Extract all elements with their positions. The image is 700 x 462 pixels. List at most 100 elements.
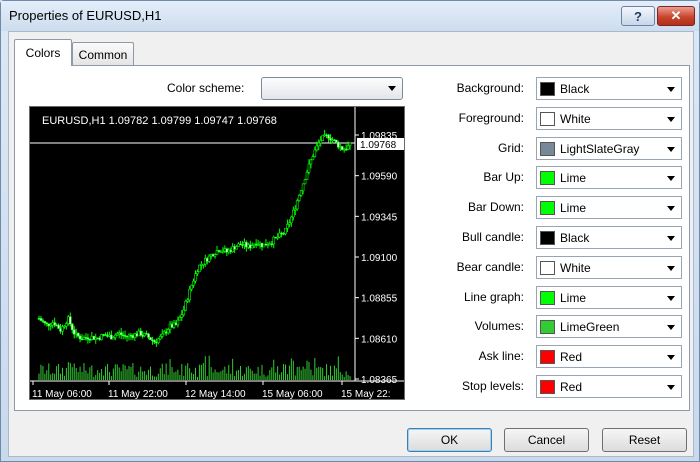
candle-body	[346, 145, 350, 150]
x-tick-label: 12 May 14:00	[185, 389, 246, 400]
volumes-color-dropdown[interactable]: LimeGreen	[536, 315, 682, 338]
foreground-color-value: White	[560, 112, 591, 126]
candle-body	[192, 280, 195, 286]
bar-down-color-dropdown[interactable]: Lime	[536, 196, 682, 219]
candle-body	[327, 134, 330, 139]
candle-body	[194, 273, 197, 282]
stop-levels-color-dropdown[interactable]: Red	[536, 375, 682, 398]
y-tick-label: 1.08365	[361, 375, 398, 386]
candle-body	[166, 329, 170, 334]
candle-body	[284, 227, 287, 235]
chevron-down-icon	[667, 87, 675, 92]
reset-button[interactable]: Reset	[602, 428, 687, 452]
grid-color-value: LightSlateGray	[560, 142, 640, 156]
bear-candle-color-value: White	[560, 261, 591, 275]
candle-body	[292, 209, 295, 218]
chevron-down-icon	[667, 266, 675, 271]
line-graph-color-dropdown[interactable]: Lime	[536, 286, 682, 309]
candle-body	[335, 139, 338, 143]
candle-body	[113, 334, 117, 338]
color-swatch	[540, 291, 555, 305]
color-swatch	[540, 171, 555, 185]
candle-body	[147, 333, 150, 338]
candle-body	[317, 142, 321, 147]
bull-candle-color-value: Black	[560, 231, 590, 245]
y-tick-label: 1.09100	[361, 253, 398, 264]
ask-line-label: Ask line:	[478, 349, 524, 363]
candle-body	[139, 330, 143, 336]
close-button[interactable]: ✕	[657, 6, 695, 26]
bar-down-label: Bar Down:	[467, 200, 524, 214]
candle-body	[286, 224, 289, 229]
candle-body	[301, 183, 305, 192]
y-tick-label: 1.09590	[361, 172, 398, 183]
foreground-label: Foreground:	[458, 111, 524, 125]
chevron-down-icon	[667, 236, 675, 241]
candle-body	[313, 149, 317, 157]
help-button[interactable]: ?	[621, 6, 655, 26]
candle-body	[158, 336, 162, 340]
candle-body	[250, 245, 254, 249]
grid-label: Grid:	[497, 141, 524, 155]
chevron-down-icon	[667, 385, 675, 390]
bar-up-color-dropdown[interactable]: Lime	[536, 166, 682, 189]
chart-header-text: EURUSD,H1 1.09782 1.09799 1.09747 1.0976…	[42, 115, 277, 127]
candle-body	[70, 323, 74, 331]
y-tick-label: 1.09345	[361, 212, 398, 223]
candle-body	[176, 319, 180, 326]
chevron-down-icon	[667, 355, 675, 360]
bull-candle-color-dropdown[interactable]: Black	[536, 226, 682, 249]
bear-candle-color-dropdown[interactable]: White	[536, 256, 682, 279]
x-tick-label: 11 May 22:00	[108, 389, 168, 400]
x-tick-label: 15 May 06:00	[262, 389, 323, 400]
candle-body	[157, 338, 160, 343]
ask-line-color-value: Red	[560, 350, 583, 364]
candle-body	[307, 163, 311, 173]
candle-body	[305, 172, 309, 180]
candle-body	[119, 332, 123, 336]
current-price-label: 1.09768	[360, 140, 397, 151]
chevron-down-icon	[667, 117, 675, 122]
candle-body	[39, 318, 43, 321]
color-swatch	[540, 82, 555, 96]
bull-candle-label: Bull candle:	[461, 230, 524, 244]
candle-body	[53, 322, 56, 326]
candle-body	[160, 333, 164, 337]
chart-preview: EURUSD,H1 1.09782 1.09799 1.09747 1.0976…	[29, 106, 405, 400]
color-swatch	[540, 350, 555, 364]
ok-button[interactable]: OK	[407, 428, 492, 452]
dialog-client-area: Colors Common Color scheme: EURUSD,H1 1.…	[8, 31, 694, 457]
candle-body	[297, 195, 301, 201]
title-bar[interactable]: Properties of EURUSD,H1 ? ✕	[1, 1, 699, 31]
bar-up-label: Bar Up:	[483, 170, 524, 184]
x-tick-label: 11 May 06:00	[32, 389, 92, 400]
candle-body	[188, 288, 191, 301]
background-label: Background:	[456, 81, 524, 95]
color-scheme-label: Color scheme:	[167, 81, 245, 95]
foreground-color-dropdown[interactable]: White	[536, 107, 682, 130]
color-swatch	[540, 142, 555, 156]
cancel-button[interactable]: Cancel	[504, 428, 589, 452]
chevron-down-icon	[667, 206, 675, 211]
candle-body	[180, 314, 184, 318]
candle-body	[309, 159, 313, 165]
candle-body	[311, 156, 315, 161]
chevron-down-icon	[667, 176, 675, 181]
color-swatch	[540, 231, 555, 245]
color-swatch	[540, 320, 555, 334]
color-scheme-dropdown[interactable]	[261, 77, 403, 100]
window-title: Properties of EURUSD,H1	[9, 8, 162, 23]
grid-color-dropdown[interactable]: LightSlateGray	[536, 137, 682, 160]
candle-body	[65, 323, 68, 327]
background-color-value: Black	[560, 82, 590, 96]
tab-colors[interactable]: Colors	[14, 39, 72, 66]
tab-common[interactable]: Common	[72, 42, 134, 66]
background-color-dropdown[interactable]: Black	[536, 77, 682, 100]
color-swatch	[540, 112, 555, 126]
candle-body	[57, 324, 60, 329]
candle-body	[149, 337, 152, 341]
candle-body	[319, 140, 323, 144]
ask-line-color-dropdown[interactable]: Red	[536, 345, 682, 368]
bear-candle-label: Bear candle:	[456, 260, 524, 274]
chevron-down-icon	[667, 296, 675, 301]
